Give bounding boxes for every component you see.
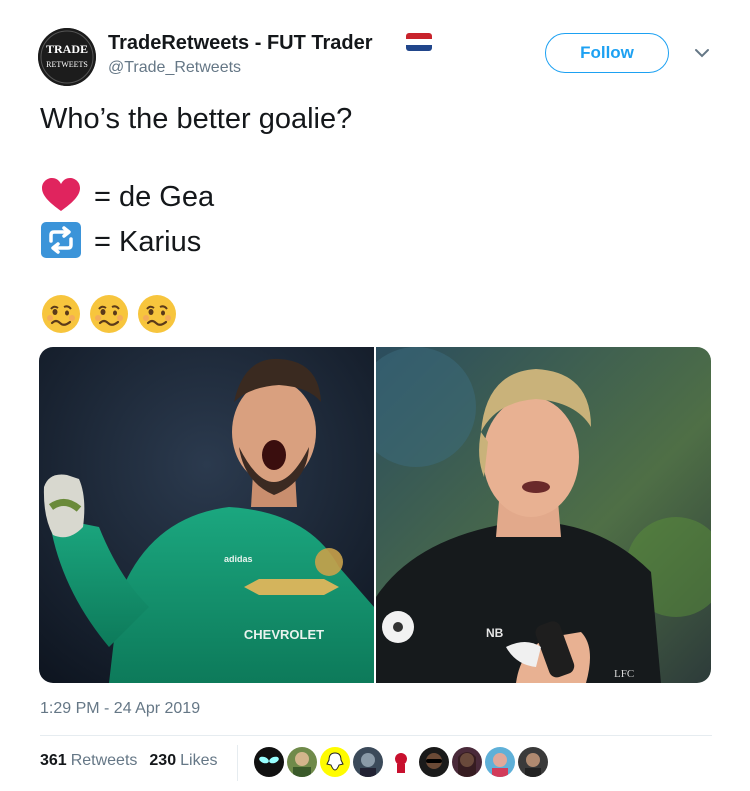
liker-avatar[interactable] bbox=[485, 747, 515, 777]
woozy-face-icon bbox=[40, 293, 82, 340]
user-handle[interactable]: @Trade_Retweets bbox=[108, 59, 241, 77]
retweet-icon bbox=[40, 221, 82, 264]
liker-avatar[interactable] bbox=[518, 747, 548, 777]
svg-text:adidas: adidas bbox=[224, 554, 253, 564]
woozy-face-icon bbox=[136, 293, 178, 340]
option-retweet-label: = Karius bbox=[94, 226, 202, 258]
avatar-text-top: TRADE bbox=[46, 42, 88, 56]
option-de-gea: = de Gea bbox=[40, 177, 214, 218]
likes-label: Likes bbox=[180, 752, 218, 769]
display-name[interactable]: TradeRetweets - FUT Trader bbox=[108, 32, 373, 55]
profile-avatar[interactable]: TRADE RETWEETS bbox=[38, 28, 96, 86]
liker-avatar[interactable] bbox=[353, 747, 383, 777]
option-heart-label: = de Gea bbox=[94, 181, 215, 213]
tweet-media[interactable]: CHEVROLET adidas NB LFC bbox=[39, 347, 711, 683]
liker-avatars bbox=[254, 747, 548, 777]
photo-goalkeeper-de-gea[interactable]: CHEVROLET adidas bbox=[39, 347, 374, 683]
heart-icon bbox=[40, 177, 82, 218]
netherlands-flag-icon bbox=[406, 33, 432, 51]
woozy-face-icon bbox=[88, 293, 130, 340]
option-karius: = Karius bbox=[40, 221, 201, 264]
divider-top bbox=[40, 735, 712, 736]
right-shirt-text: LFC bbox=[614, 668, 634, 680]
retweets-count: 361 bbox=[40, 752, 67, 769]
liker-avatar[interactable] bbox=[320, 747, 350, 777]
liker-avatar[interactable] bbox=[419, 747, 449, 777]
liker-avatar[interactable] bbox=[287, 747, 317, 777]
stats-separator bbox=[237, 745, 238, 781]
liker-avatar[interactable] bbox=[254, 747, 284, 777]
chevron-down-icon[interactable] bbox=[694, 46, 710, 58]
retweets-label: Retweets bbox=[70, 752, 138, 769]
engagement-stats: 361 Retweets 230 Likes bbox=[40, 752, 217, 770]
follow-button[interactable]: Follow bbox=[545, 33, 669, 73]
liker-avatar[interactable] bbox=[386, 747, 416, 777]
likes-count: 230 bbox=[149, 752, 177, 769]
tweet-text-question: Who’s the better goalie? bbox=[40, 103, 353, 135]
svg-text:NB: NB bbox=[486, 626, 504, 640]
avatar-text-bottom: RETWEETS bbox=[46, 60, 88, 69]
likes-stat[interactable]: 230 Likes bbox=[149, 752, 217, 770]
tweet-timestamp[interactable]: 1:29 PM - 24 Apr 2019 bbox=[40, 700, 200, 718]
left-shirt-text: CHEVROLET bbox=[244, 627, 324, 642]
liker-avatar[interactable] bbox=[452, 747, 482, 777]
retweets-stat[interactable]: 361 Retweets bbox=[40, 752, 137, 770]
woozy-emoji-row bbox=[40, 293, 178, 340]
photo-goalkeeper-karius[interactable]: NB LFC bbox=[376, 347, 711, 683]
